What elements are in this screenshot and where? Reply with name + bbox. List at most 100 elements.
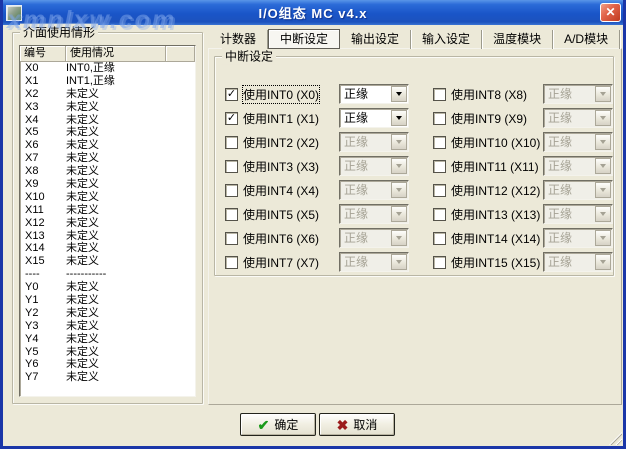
io-list-row[interactable]: X9未定义: [20, 178, 195, 191]
title-bar[interactable]: I/O组态 MC v4.x ✕: [0, 0, 626, 25]
combo-dropdown-button: [391, 230, 407, 246]
io-list-row[interactable]: Y4未定义: [20, 333, 195, 346]
io-list-row[interactable]: Y5未定义: [20, 346, 195, 359]
io-id-cell: X13: [20, 230, 66, 243]
io-status-cell: 未定义: [66, 230, 195, 243]
int-enable-label[interactable]: 使用INT0 (X0): [243, 86, 319, 103]
int-enable-checkbox[interactable]: [225, 184, 238, 197]
int-enable-label[interactable]: 使用INT3 (X3): [243, 158, 319, 175]
ok-button-label: 确定: [274, 416, 298, 433]
int-enable-checkbox[interactable]: [433, 160, 446, 173]
int-enable-checkbox[interactable]: [225, 208, 238, 221]
io-list-row[interactable]: X11未定义: [20, 204, 195, 217]
int-enable-label[interactable]: 使用INT10 (X10): [451, 134, 540, 151]
column-header-status[interactable]: 使用情况: [66, 46, 166, 62]
io-list-row[interactable]: X12未定义: [20, 217, 195, 230]
int-enable-label[interactable]: 使用INT11 (X11): [451, 158, 539, 175]
edge-select-value: 正缘: [340, 181, 390, 199]
int-enable-checkbox[interactable]: [433, 232, 446, 245]
combo-dropdown-button[interactable]: [391, 110, 407, 126]
io-list-row[interactable]: Y0未定义: [20, 281, 195, 294]
int-enable-checkbox[interactable]: ✓: [225, 88, 238, 101]
io-id-cell: X14: [20, 242, 66, 255]
int-enable-label[interactable]: 使用INT5 (X5): [243, 206, 319, 223]
resize-grip-icon[interactable]: [609, 432, 622, 445]
io-status-cell: 未定义: [66, 152, 195, 165]
int-enable-label[interactable]: 使用INT4 (X4): [243, 182, 319, 199]
int-enable-label[interactable]: 使用INT8 (X8): [451, 86, 527, 103]
int-enable-label[interactable]: 使用INT12 (X12): [451, 182, 540, 199]
tab-ad-module[interactable]: A/D模块: [553, 30, 620, 49]
tab-input-settings[interactable]: 输入设定: [411, 30, 482, 49]
io-list-row[interactable]: X5未定义: [20, 126, 195, 139]
io-list-row[interactable]: X14未定义: [20, 242, 195, 255]
io-status-cell: 未定义: [66, 346, 195, 359]
int-enable-label[interactable]: 使用INT6 (X6): [243, 230, 319, 247]
column-header-id[interactable]: 编号: [20, 46, 66, 62]
io-list-row[interactable]: X2未定义: [20, 88, 195, 101]
int-enable-checkbox[interactable]: [225, 256, 238, 269]
list-header: 编号 使用情况: [20, 46, 195, 62]
int-enable-label[interactable]: 使用INT1 (X1): [243, 110, 319, 127]
int-enable-label[interactable]: 使用INT13 (X13): [451, 206, 540, 223]
io-id-cell: X7: [20, 152, 66, 165]
combo-dropdown-button: [595, 230, 611, 246]
tab-output-settings[interactable]: 输出设定: [340, 30, 411, 49]
io-list-row[interactable]: Y1未定义: [20, 294, 195, 307]
int-enable-checkbox[interactable]: [433, 88, 446, 101]
int-enable-checkbox[interactable]: [225, 136, 238, 149]
edge-select-value: 正缘: [544, 133, 594, 151]
close-button[interactable]: ✕: [600, 3, 621, 22]
io-list-row[interactable]: X1INT1,正缘: [20, 75, 195, 88]
edge-select-value: 正缘: [544, 253, 594, 271]
int-enable-checkbox[interactable]: [433, 112, 446, 125]
tab-page-interrupt: 中断设定 ✓使用INT0 (X0)正缘✓使用INT1 (X1)正缘使用INT2 …: [208, 48, 622, 405]
io-list-row[interactable]: ---------------: [20, 268, 195, 281]
combo-dropdown-button: [391, 206, 407, 222]
io-status-cell: 未定义: [66, 294, 195, 307]
column-header-spare[interactable]: [166, 46, 195, 62]
combo-dropdown-button[interactable]: [391, 86, 407, 102]
edge-select-combo[interactable]: 正缘: [339, 84, 409, 104]
io-list-row[interactable]: X7未定义: [20, 152, 195, 165]
chevron-down-icon: [600, 236, 606, 240]
io-list-row[interactable]: X0INT0,正缘: [20, 62, 195, 75]
ok-button[interactable]: ✔ 确定: [240, 413, 316, 436]
io-list-row[interactable]: Y6未定义: [20, 358, 195, 371]
edge-select-combo: 正缘: [543, 180, 613, 200]
int-enable-checkbox[interactable]: [433, 256, 446, 269]
int-enable-checkbox[interactable]: ✓: [225, 112, 238, 125]
int-enable-checkbox[interactable]: [433, 136, 446, 149]
interrupt-item: ✓ 使用INT0 (X0) 正缘: [225, 82, 409, 106]
int-enable-label[interactable]: 使用INT2 (X2): [243, 134, 319, 151]
int-enable-checkbox[interactable]: [225, 160, 238, 173]
int-enable-label[interactable]: 使用INT7 (X7): [243, 254, 319, 271]
int-enable-checkbox[interactable]: [433, 184, 446, 197]
io-status-cell: 未定义: [66, 126, 195, 139]
int-enable-checkbox[interactable]: [225, 232, 238, 245]
io-list-row[interactable]: X10未定义: [20, 191, 195, 204]
io-usage-list[interactable]: 编号 使用情况 X0INT0,正缘X1INT1,正缘X2未定义X3未定义X4未定…: [19, 45, 196, 397]
int-enable-label[interactable]: 使用INT14 (X14): [451, 230, 540, 247]
io-list-row[interactable]: Y2未定义: [20, 307, 195, 320]
io-list-row[interactable]: X15未定义: [20, 255, 195, 268]
tab-interrupt-settings[interactable]: 中断设定: [268, 29, 340, 49]
io-id-cell: Y2: [20, 307, 66, 320]
io-list-row[interactable]: X4未定义: [20, 114, 195, 127]
tab-counter[interactable]: 计数器: [209, 30, 268, 49]
io-list-row[interactable]: X8未定义: [20, 165, 195, 178]
int-enable-label[interactable]: 使用INT15 (X15): [451, 254, 540, 271]
edge-select-value: 正缘: [340, 157, 390, 175]
edge-select-combo[interactable]: 正缘: [339, 108, 409, 128]
int-enable-label[interactable]: 使用INT9 (X9): [451, 110, 527, 127]
io-list-row[interactable]: X3未定义: [20, 101, 195, 114]
io-list-row[interactable]: Y3未定义: [20, 320, 195, 333]
tab-temperature-module[interactable]: 温度模块: [482, 30, 553, 49]
io-list-row[interactable]: X13未定义: [20, 230, 195, 243]
cancel-button[interactable]: ✖ 取消: [319, 413, 395, 436]
chevron-down-icon: [396, 92, 402, 96]
int-enable-checkbox[interactable]: [433, 208, 446, 221]
io-list-row[interactable]: X6未定义: [20, 139, 195, 152]
io-list-row[interactable]: Y7未定义: [20, 371, 195, 384]
edge-select-combo: 正缘: [543, 108, 613, 128]
